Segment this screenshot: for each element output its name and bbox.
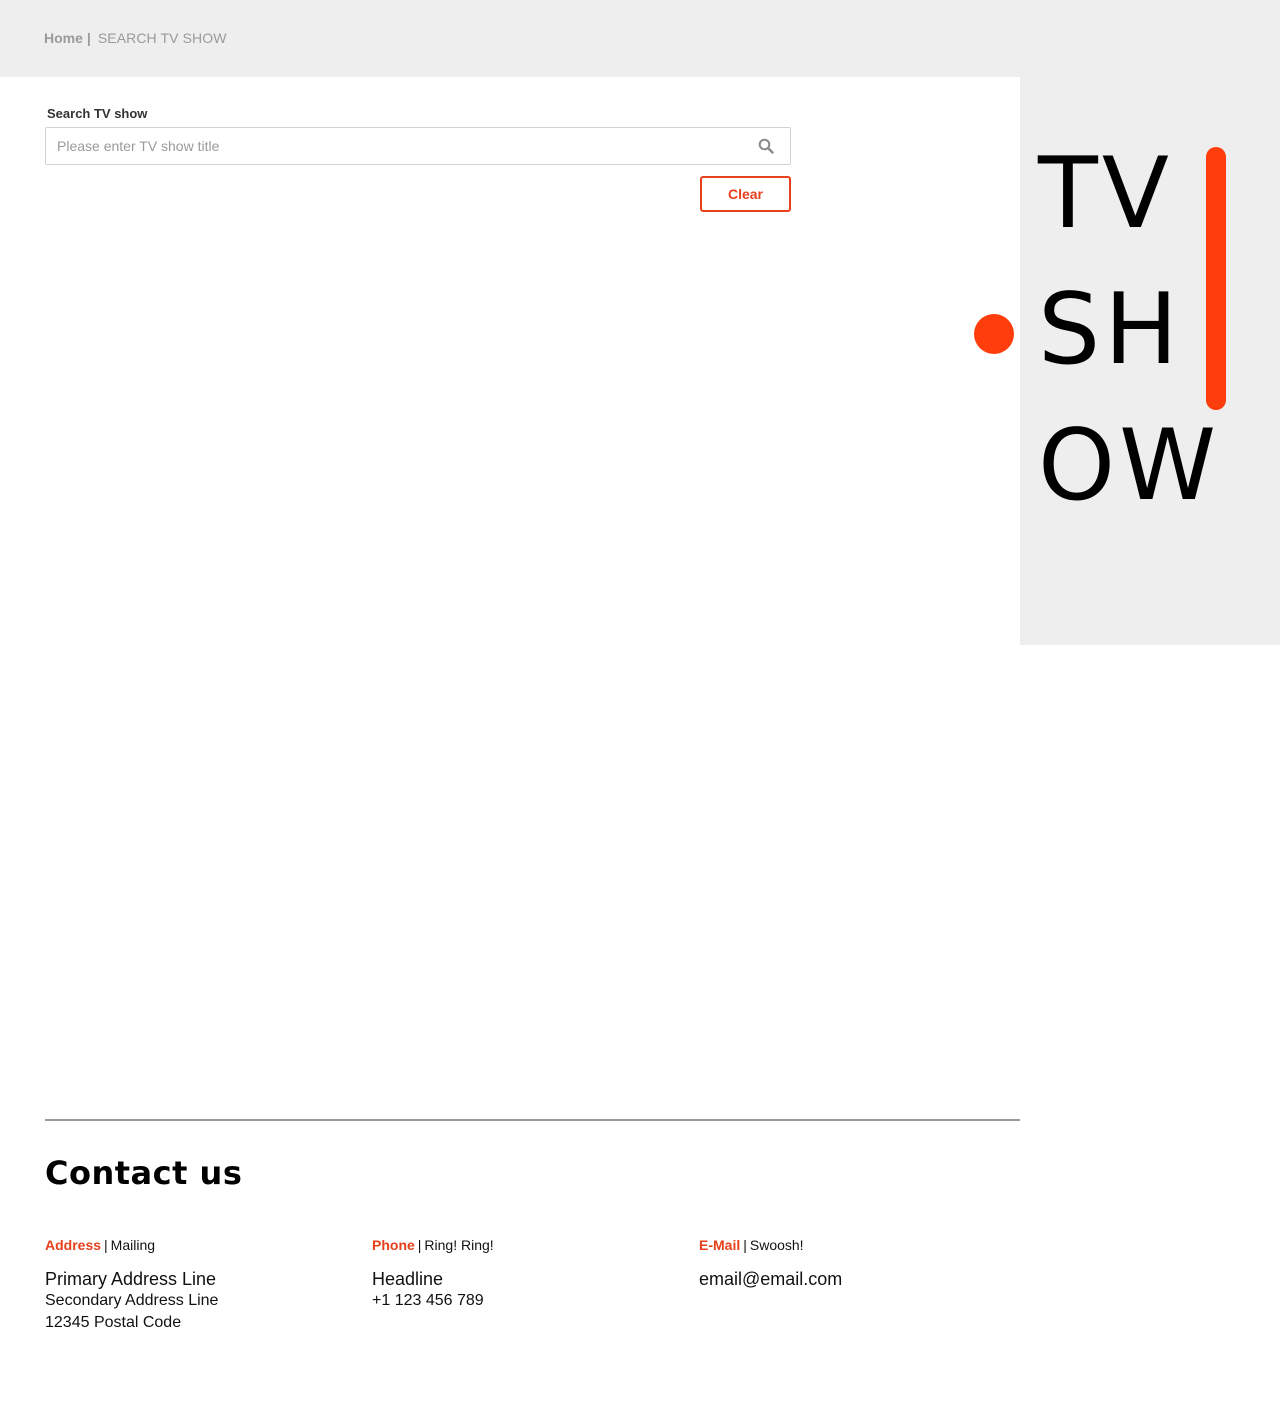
address-tag: Mailing [110,1237,156,1253]
phone-heading: Phone | Ring! Ring! [372,1236,672,1254]
email-heading: E-Mail | Swoosh! [699,1236,999,1254]
email-tag: Swoosh! [749,1237,804,1253]
footer-divider [45,1119,1020,1121]
breadcrumb-current: SEARCH TV SHOW [97,30,227,46]
clear-button[interactable]: Clear [700,176,791,212]
email-key: E-Mail [699,1237,741,1253]
logo-text-line-1: TV [1038,137,1173,251]
search-input[interactable] [46,128,746,164]
contact-email: E-Mail | Swoosh! email@email.com [699,1236,999,1290]
search-label: Search TV show [47,106,148,121]
logo-dot [974,314,1014,354]
top-bar: Home | SEARCH TV SHOW [0,0,1280,77]
address-line-2: Secondary Address Line [45,1292,219,1309]
logo-bar [1206,147,1226,410]
address-heading: Address | Mailing [45,1236,345,1254]
phone-tag: Ring! Ring! [424,1237,494,1253]
phone-headline: Headline [372,1269,444,1289]
phone-number[interactable]: +1 123 456 789 [372,1290,672,1312]
email-address-link[interactable]: email@email.com [699,1268,999,1290]
logo-text-line-2: SH [1038,273,1182,387]
search-icon[interactable] [758,138,774,154]
email-pipe: | [743,1237,747,1253]
breadcrumb-separator: | [86,30,91,46]
address-line-3: 12345 Postal Code [45,1314,182,1331]
address-key: Address [45,1237,102,1253]
search-box [45,127,791,165]
page: Home | SEARCH TV SHOW TV SH OW Search TV… [0,0,1280,1421]
address-line-1: Primary Address Line [45,1269,217,1289]
address-pipe: | [104,1237,108,1253]
contact-phone: Phone | Ring! Ring! Headline +1 123 456 78… [372,1236,672,1312]
contact-address: Address | Mailing Primary Address Line Sec… [45,1236,345,1334]
phone-key: Phone [372,1237,415,1253]
breadcrumb: Home | SEARCH TV SHOW [44,30,227,46]
phone-pipe: | [417,1237,422,1253]
breadcrumb-home-link[interactable]: Home [44,30,83,46]
contact-title: Contact us [45,1154,243,1192]
logo-text-line-3: OW [1038,409,1221,523]
